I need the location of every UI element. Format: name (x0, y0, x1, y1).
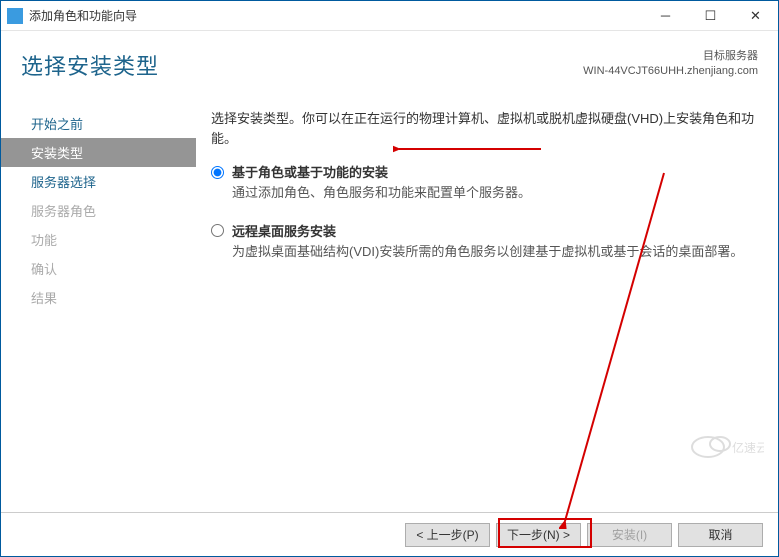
radio-remote-desktop[interactable] (211, 224, 224, 237)
option-role-based-label: 基于角色或基于功能的安装 (232, 162, 388, 181)
cancel-button[interactable]: 取消 (678, 523, 763, 547)
window-titlebar: 添加角色和功能向导 ─ ☐ ✕ (1, 1, 778, 31)
sidebar-item-install-type[interactable]: 安装类型 (1, 138, 196, 167)
wizard-footer: < 上一步(P) 下一步(N) > 安装(I) 取消 (1, 512, 778, 556)
window-title: 添加角色和功能向导 (29, 7, 643, 24)
sidebar-item-results: 结果 (1, 283, 196, 312)
target-label: 目标服务器 (583, 49, 758, 64)
install-button: 安装(I) (587, 523, 672, 547)
svg-text:亿速云: 亿速云 (732, 440, 764, 455)
watermark: 亿速云 (690, 433, 764, 466)
radio-role-based[interactable] (211, 166, 224, 179)
sidebar-item-server-roles: 服务器角色 (1, 196, 196, 225)
wizard-steps-sidebar: 开始之前 安装类型 服务器选择 服务器角色 功能 确认 结果 (1, 97, 196, 512)
app-icon (7, 8, 23, 24)
option-role-based-desc: 通过添加角色、角色服务和功能来配置单个服务器。 (232, 183, 758, 203)
page-title: 选择安装类型 (21, 49, 159, 97)
target-server-name: WIN-44VCJT66UHH.zhenjiang.com (583, 64, 758, 79)
maximize-button[interactable]: ☐ (688, 1, 733, 31)
option-remote-desktop-desc: 为虚拟桌面基础结构(VDI)安装所需的角色服务以创建基于虚拟机或基于会话的桌面部… (232, 242, 758, 262)
option-remote-desktop-label: 远程桌面服务安装 (232, 221, 336, 240)
prev-button[interactable]: < 上一步(P) (405, 523, 490, 547)
sidebar-item-confirm: 确认 (1, 254, 196, 283)
target-server-info: 目标服务器 WIN-44VCJT66UHH.zhenjiang.com (583, 49, 758, 97)
option-remote-desktop[interactable]: 远程桌面服务安装 为虚拟桌面基础结构(VDI)安装所需的角色服务以创建基于虚拟机… (211, 221, 758, 262)
next-button[interactable]: 下一步(N) > (496, 523, 581, 547)
close-button[interactable]: ✕ (733, 1, 778, 31)
wizard-header: 选择安装类型 目标服务器 WIN-44VCJT66UHH.zhenjiang.c… (1, 31, 778, 97)
sidebar-item-server-select[interactable]: 服务器选择 (1, 167, 196, 196)
minimize-button[interactable]: ─ (643, 1, 688, 31)
instruction-text: 选择安装类型。你可以在正在运行的物理计算机、虚拟机或脱机虚拟硬盘(VHD)上安装… (211, 109, 758, 148)
option-role-based[interactable]: 基于角色或基于功能的安装 通过添加角色、角色服务和功能来配置单个服务器。 (211, 162, 758, 203)
sidebar-item-features: 功能 (1, 225, 196, 254)
sidebar-item-before-begin[interactable]: 开始之前 (1, 109, 196, 138)
